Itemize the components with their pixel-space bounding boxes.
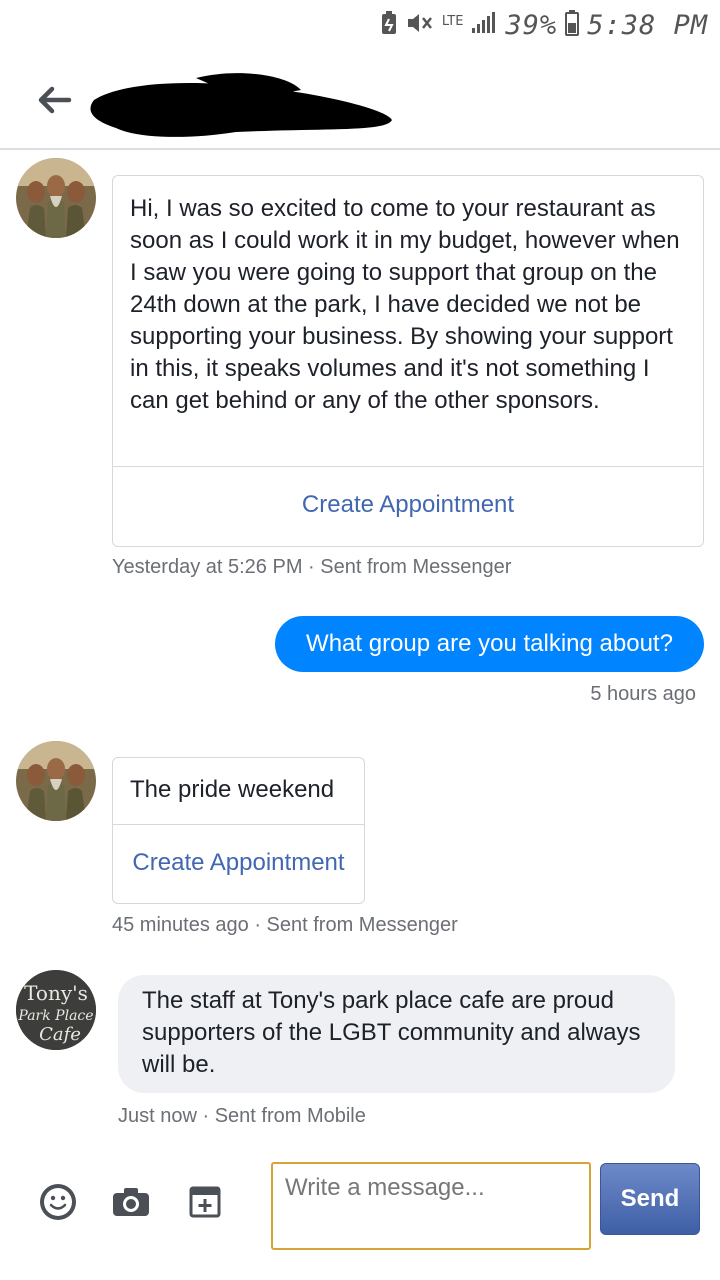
mute-icon [406, 11, 434, 40]
message-meta: 45 minutes ago · Sent from Messenger [112, 914, 458, 936]
back-button[interactable] [34, 80, 74, 120]
card-divider [113, 824, 364, 825]
message-meta: Just now · Sent from Mobile [118, 1105, 366, 1127]
camera-icon [113, 1188, 149, 1216]
emoji-button[interactable] [36, 1180, 80, 1224]
create-appointment-button[interactable]: Create Appointment [113, 849, 364, 877]
status-icons: LTE 39% 5:38 PM [380, 8, 708, 42]
create-appointment-button[interactable]: Create Appointment [113, 491, 703, 519]
message-meta: Yesterday at 5:26 PM · Sent from Messeng… [112, 556, 512, 578]
outgoing-message: What group are you talking about? [275, 616, 704, 672]
signal-icon [471, 11, 497, 39]
status-time: 5:38 PM [587, 9, 708, 41]
tonys-logo-avatar[interactable]: Tony's Park Place Cafe [16, 970, 96, 1050]
customer-avatar[interactable] [16, 158, 96, 238]
network-label: LTE [441, 13, 464, 29]
add-calendar-icon [189, 1186, 221, 1218]
status-bar: LTE 39% 5:38 PM [0, 0, 720, 50]
avatar-logo-line-3: Cafe [39, 1024, 81, 1045]
contact-name-redaction [86, 70, 396, 142]
message-meta: 5 hours ago [590, 683, 696, 705]
message-text: The pride weekend [130, 776, 335, 803]
emoji-icon [40, 1184, 76, 1220]
arrow-left-icon [38, 86, 72, 114]
add-appointment-button[interactable] [185, 1180, 225, 1222]
card-divider [113, 466, 703, 467]
avatar-logo-line-2: Park Place [17, 1008, 93, 1024]
message-card: The pride weekend Create Appointment [112, 757, 365, 904]
send-button[interactable]: Send [600, 1163, 700, 1235]
message-card: Hi, I was so excited to come to your res… [112, 175, 704, 547]
battery-icon [565, 9, 580, 41]
battery-saver-icon [380, 10, 398, 41]
conversation-header [0, 50, 720, 150]
customer-avatar[interactable] [16, 741, 96, 821]
avatar-logo-line-1: Tony's [24, 981, 88, 1005]
camera-button[interactable] [110, 1182, 152, 1222]
message-input[interactable] [271, 1162, 591, 1250]
incoming-message: The staff at Tony's park place cafe are … [118, 975, 675, 1093]
battery-percent: 39% [505, 9, 558, 41]
message-text: Hi, I was so excited to come to your res… [130, 195, 680, 414]
